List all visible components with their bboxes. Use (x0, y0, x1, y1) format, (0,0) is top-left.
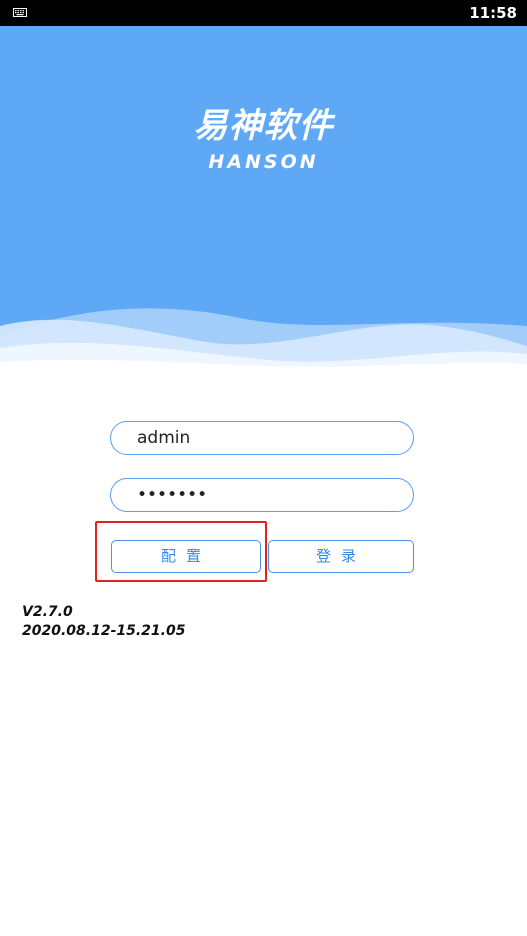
status-clock: 11:58 (469, 4, 517, 22)
wave-decoration (0, 308, 527, 376)
login-button[interactable]: 登录 (268, 540, 414, 573)
keyboard-icon (13, 8, 27, 17)
logo-english: HANSON (208, 151, 319, 173)
build-timestamp: 2020.08.12-15.21.05 (22, 623, 186, 639)
logo-chinese: 易神软件 (193, 106, 334, 146)
username-field[interactable] (110, 421, 414, 455)
header-banner: 易神软件 HANSON (0, 26, 527, 376)
config-button[interactable]: 配置 (111, 540, 261, 573)
password-input[interactable] (137, 483, 397, 507)
status-bar: 11:58 (0, 0, 527, 26)
password-field[interactable] (110, 478, 414, 512)
version-number: V2.7.0 (22, 604, 73, 620)
username-input[interactable] (137, 426, 397, 450)
